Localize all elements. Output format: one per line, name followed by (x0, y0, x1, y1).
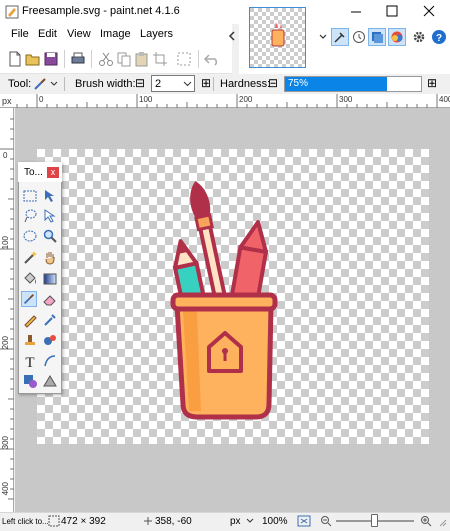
resize-grip-icon[interactable] (437, 517, 447, 527)
zoom-slider-thumb[interactable] (371, 514, 378, 527)
units-selector[interactable]: px (230, 516, 241, 527)
brush-width-label: Brush width: (75, 78, 136, 90)
h-ruler-label: 0 (39, 95, 44, 104)
clone-stamp-icon[interactable] (22, 332, 38, 348)
layers-window-icon[interactable] (368, 28, 386, 46)
cursor-position-icon (142, 515, 154, 527)
move-selected-pixels-icon[interactable] (42, 188, 58, 204)
move-selection-icon[interactable] (42, 208, 58, 224)
v-ruler-label: 200 (1, 336, 10, 350)
h-ruler-label: 300 (339, 95, 353, 104)
hardness-decrease-button[interactable]: ⊟ (268, 76, 278, 90)
tools-window-close-button[interactable]: x (47, 167, 59, 178)
toolbar-separator (198, 50, 199, 68)
eraser-icon[interactable] (42, 291, 58, 307)
colors-window-icon[interactable] (388, 28, 406, 46)
text-tool-icon[interactable]: T (22, 353, 38, 369)
magic-wand-icon[interactable] (22, 250, 38, 266)
menu-view[interactable]: View (67, 28, 91, 40)
pan-hand-icon[interactable] (42, 250, 58, 266)
units-dropdown-icon[interactable] (246, 517, 254, 525)
settings-gear-icon[interactable] (410, 28, 428, 46)
pencil-cup-artwork (170, 181, 278, 420)
collapse-images-arrow-icon[interactable] (226, 26, 238, 46)
menu-layers[interactable]: Layers (140, 28, 173, 40)
print-icon[interactable] (69, 50, 87, 68)
svg-text:?: ? (436, 33, 442, 44)
paste-icon[interactable] (133, 50, 151, 68)
undo-icon[interactable] (203, 50, 221, 68)
zoom-out-icon[interactable] (320, 515, 332, 527)
horizontal-ruler (0, 94, 450, 108)
brush-width-field[interactable]: 2 (151, 75, 195, 92)
menu-edit[interactable]: Edit (38, 28, 57, 40)
maximize-icon[interactable] (384, 4, 400, 18)
hardness-increase-button[interactable]: ⊞ (427, 76, 437, 90)
image-list-dropdown-icon[interactable] (317, 28, 329, 46)
v-ruler-label: 300 (1, 436, 10, 450)
hardness-value: 75% (288, 78, 309, 89)
deselect-icon[interactable] (175, 50, 193, 68)
cursor-position: 358, -60 (155, 516, 192, 527)
h-ruler-label: 100 (139, 95, 153, 104)
image-thumbnail[interactable] (249, 7, 306, 68)
v-ruler-label: 100 (1, 236, 10, 250)
gradient-icon[interactable] (42, 271, 58, 287)
menu-image[interactable]: Image (100, 28, 131, 40)
vertical-ruler (0, 108, 14, 512)
options-separator (64, 77, 65, 91)
tool-dropdown-icon[interactable] (50, 78, 58, 90)
window-title: Freesample.svg - paint.net 4.1.6 (22, 5, 180, 17)
lasso-select-icon[interactable] (22, 208, 38, 224)
paintnet-app-icon[interactable] (5, 5, 19, 19)
v-ruler-label: 400 (1, 482, 10, 496)
toolbar-separator (64, 50, 65, 68)
shapes-icon[interactable] (22, 373, 38, 389)
image-size: 472 × 392 (61, 516, 106, 527)
recolor-icon[interactable] (42, 332, 58, 348)
image-canvas[interactable] (37, 149, 429, 444)
zoom-level: 100% (262, 516, 288, 527)
close-window-icon[interactable] (421, 4, 437, 18)
crop-icon[interactable] (151, 50, 169, 68)
toolbar-separator (91, 50, 92, 68)
paintbrush-tool-icon[interactable] (32, 76, 48, 92)
status-hint: Left click to... (2, 517, 49, 526)
brush-width-value: 2 (155, 78, 162, 90)
zoom-to-window-icon[interactable] (297, 515, 311, 527)
zoom-icon[interactable] (42, 228, 58, 244)
h-ruler-label: 400 (439, 95, 450, 104)
v-ruler-label: 0 (3, 151, 8, 160)
shapes-triangle-icon[interactable] (42, 373, 58, 389)
hardness-slider[interactable]: 75% (284, 76, 422, 92)
color-picker-icon[interactable] (42, 312, 58, 328)
hardness-label: Hardness: (220, 78, 271, 90)
brush-width-increase-button[interactable]: ⊞ (201, 76, 211, 90)
pencil-icon[interactable] (22, 312, 38, 328)
cut-icon[interactable] (97, 50, 115, 68)
ruler-units-label: px (2, 96, 12, 106)
new-file-icon[interactable] (6, 50, 24, 68)
zoom-in-icon[interactable] (420, 515, 432, 527)
tools-window-title: To... (24, 167, 43, 178)
brush-width-decrease-button[interactable]: ⊟ (135, 76, 145, 90)
svg-text:T: T (25, 355, 34, 369)
help-icon[interactable]: ? (430, 28, 448, 46)
tool-label: Tool: (8, 78, 32, 90)
menu-file[interactable]: File (11, 28, 29, 40)
rectangle-select-icon[interactable] (22, 188, 38, 204)
open-file-icon[interactable] (24, 50, 42, 68)
copy-icon[interactable] (115, 50, 133, 68)
paint-bucket-icon[interactable] (22, 271, 38, 287)
paintbrush-icon[interactable] (21, 291, 37, 307)
ellipse-select-icon[interactable] (22, 228, 38, 244)
tools-window-toggle-icon[interactable] (331, 28, 349, 46)
h-ruler-label: 200 (239, 95, 253, 104)
history-icon[interactable] (350, 28, 368, 46)
line-curve-icon[interactable] (42, 353, 58, 369)
options-separator (213, 77, 214, 91)
save-icon[interactable] (42, 50, 60, 68)
minimize-icon[interactable] (348, 4, 364, 18)
image-size-icon (48, 515, 60, 527)
